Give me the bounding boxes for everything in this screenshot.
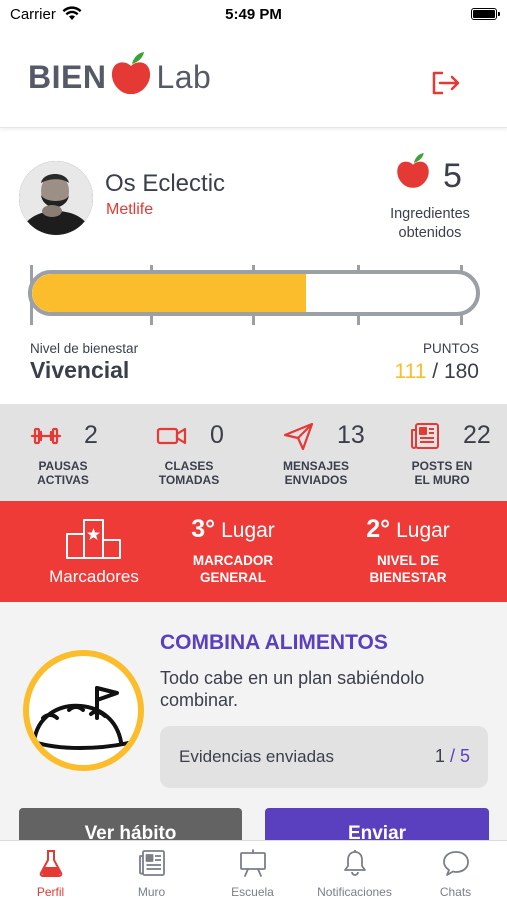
chat-bubble-icon	[441, 848, 471, 878]
stat-label: PAUSAS	[38, 459, 88, 473]
rank-label: BIENESTAR	[369, 570, 447, 585]
tab-label: Notificaciones	[317, 885, 392, 899]
app-header: BIEN Lab	[0, 30, 507, 128]
flask-icon	[36, 848, 66, 878]
habit-description: Todo cabe en un plan sabiéndolo combinar…	[160, 668, 425, 710]
apple-icon	[395, 153, 431, 196]
stat-value: 13	[337, 421, 365, 449]
points-label: PUNTOS	[422, 341, 479, 356]
logo-text-lab: Lab	[156, 58, 212, 95]
points-separator: /	[432, 360, 439, 383]
stat-label: MENSAJES	[282, 459, 350, 473]
rank-position: 3°	[191, 515, 216, 543]
video-camera-icon	[156, 422, 188, 450]
tab-label: Chats	[439, 885, 472, 899]
tab-label: Muro	[137, 885, 166, 899]
tab-escuela[interactable]: Escuela	[202, 841, 303, 900]
stat-label: CLASES	[164, 459, 214, 473]
stat-classes-taken[interactable]: 0 CLASES TOMADAS	[126, 404, 252, 501]
stat-value: 22	[463, 421, 491, 449]
rank-wellness[interactable]: 2° Lugar NIVEL DE BIENESTAR	[333, 515, 483, 586]
stat-value: 2	[84, 421, 98, 449]
tab-muro[interactable]: Muro	[101, 841, 202, 900]
dumbbell-icon	[30, 422, 62, 450]
logout-icon[interactable]	[431, 70, 461, 96]
food-bowl-icon	[32, 686, 135, 750]
habit-illustration	[23, 650, 144, 771]
activity-stats: 2 PAUSAS ACTIVAS 0 CLASES TOMADAS 13 MENSA…	[0, 404, 507, 501]
stat-active-breaks[interactable]: 2 PAUSAS ACTIVAS	[0, 404, 126, 501]
points-value: 111 / 180	[395, 360, 480, 384]
tab-bar: Perfil Muro Escuela Notificaciones Chats	[0, 840, 507, 900]
stat-value: 0	[210, 421, 224, 449]
stat-label: ENVIADOS	[284, 473, 348, 487]
stat-wall-posts[interactable]: 22 POSTS EN EL MURO	[379, 404, 505, 501]
logo-text-bien: BIEN	[28, 58, 107, 95]
bell-icon	[340, 848, 370, 878]
wellness-level-value: Vivencial	[30, 357, 130, 383]
podium-icon[interactable]	[64, 514, 124, 565]
habit-title: COMBINA ALIMENTOS	[160, 631, 388, 654]
wellness-progress-bar	[28, 270, 480, 316]
rank-label: MARCADOR	[192, 553, 274, 568]
evidence-summary: Evidencias enviadas 1 / 5	[160, 726, 488, 788]
status-bar: Carrier 5:49 PM	[0, 0, 507, 30]
status-time: 5:49 PM	[225, 6, 282, 23]
progress-fill	[32, 274, 306, 312]
wellness-level-label: Nivel de bienestar	[30, 341, 139, 356]
stat-messages-sent[interactable]: 13 MENSAJES ENVIADOS	[253, 404, 379, 501]
rank-label: NIVEL DE	[376, 553, 439, 568]
ingredients-label: Ingredientes obtenidos	[390, 206, 470, 241]
rank-suffix: Lugar	[396, 519, 450, 542]
evidence-total: 5	[459, 746, 470, 766]
bienlab-logo: BIEN Lab	[28, 51, 212, 103]
evidence-label: Evidencias enviadas	[179, 747, 334, 766]
easel-board-icon	[238, 848, 268, 878]
tab-perfil[interactable]: Perfil	[0, 841, 101, 900]
rank-suffix: Lugar	[221, 519, 275, 542]
rankings-band: Marcadores 3° Lugar MARCADOR GENERAL 2° Lug…	[0, 501, 507, 602]
user-name: Os Eclectic	[105, 170, 226, 197]
avatar[interactable]	[19, 161, 93, 235]
newspaper-icon	[409, 422, 441, 450]
evidence-separator: /	[449, 746, 455, 766]
user-company: Metlife	[106, 201, 154, 218]
points-current: 111	[394, 360, 427, 383]
points-total: 180	[443, 360, 479, 383]
stat-label: POSTS EN	[411, 459, 473, 473]
rank-general[interactable]: 3° Lugar MARCADOR GENERAL	[158, 515, 308, 586]
battery-icon	[471, 8, 500, 20]
tab-notificaciones[interactable]: Notificaciones	[304, 841, 405, 900]
rank-label: GENERAL	[199, 570, 266, 585]
paper-plane-icon	[283, 422, 315, 451]
ingredients-count: 5	[443, 157, 462, 195]
rank-position: 2°	[366, 515, 391, 543]
stat-label: ACTIVAS	[37, 473, 89, 487]
newspaper-icon	[137, 848, 167, 878]
evidence-current: 1	[434, 746, 445, 766]
apple-icon	[110, 51, 152, 103]
tab-label: Perfil	[36, 885, 65, 899]
evidence-value: 1 / 5	[435, 746, 470, 767]
stat-label: TOMADAS	[158, 473, 220, 487]
stat-label: EL MURO	[414, 473, 470, 487]
tab-chats[interactable]: Chats	[405, 841, 506, 900]
tab-label: Escuela	[231, 885, 274, 899]
